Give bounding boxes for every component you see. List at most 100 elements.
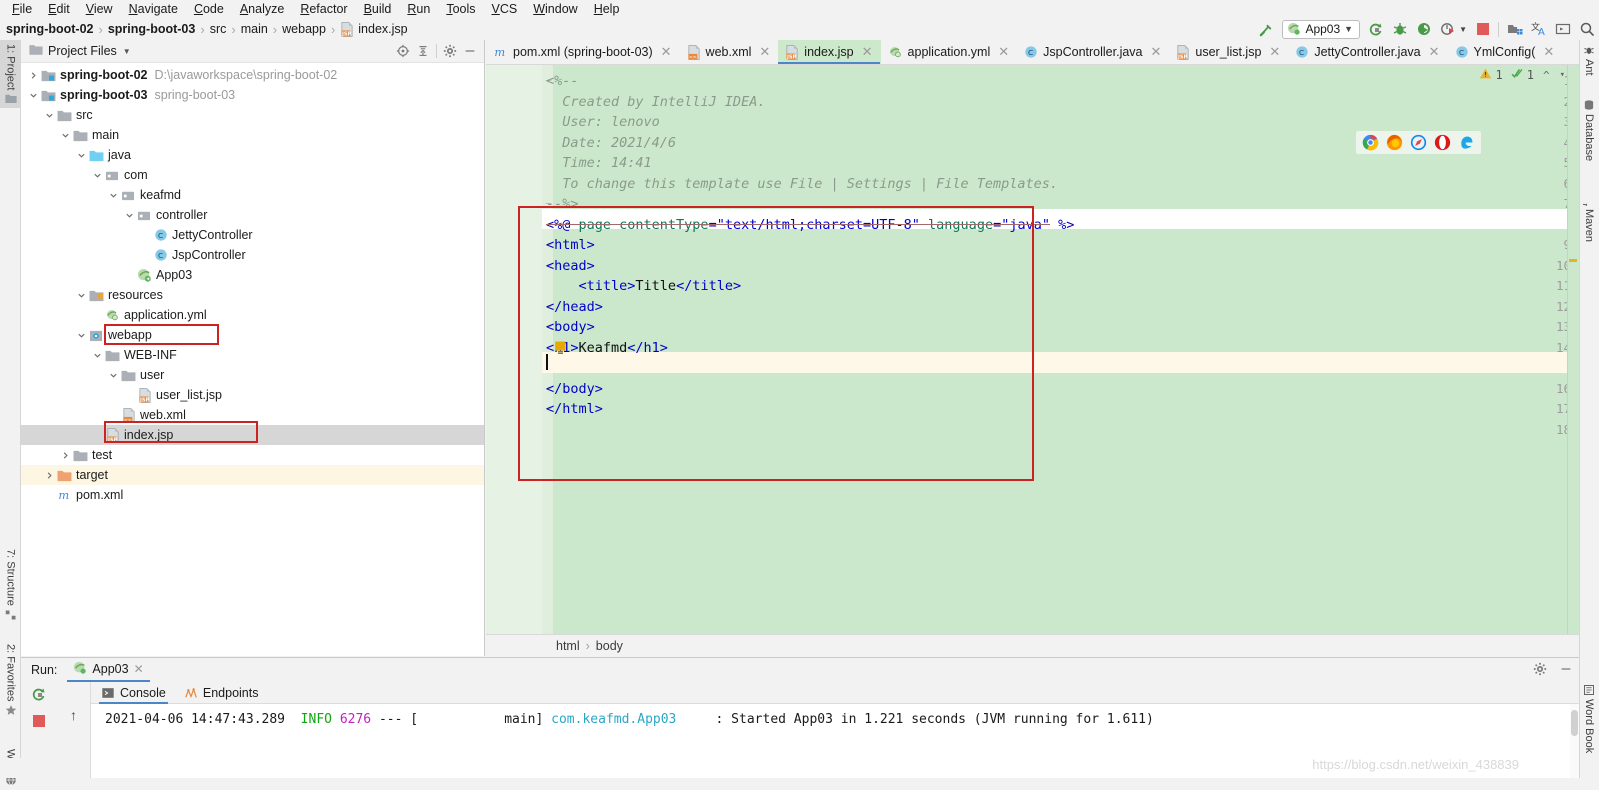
tree-node-test[interactable]: test — [21, 445, 484, 465]
chevron-right-icon[interactable] — [59, 449, 72, 462]
tool-tab-word-book[interactable]: Word Book — [1579, 680, 1599, 757]
breadcrumb-item-spring-boot-02[interactable]: spring-boot-02 — [6, 22, 94, 36]
chevron-down-icon[interactable] — [27, 89, 40, 102]
chevron-down-icon[interactable] — [91, 349, 104, 362]
warning-stripe-marker[interactable] — [1569, 259, 1577, 262]
chevron-down-icon[interactable]: ▼ — [123, 47, 131, 56]
intention-bulb-icon[interactable] — [555, 341, 566, 354]
code-line[interactable]: <head> — [546, 256, 1579, 277]
code-line[interactable]: </html> — [546, 399, 1579, 420]
tree-node-web-inf[interactable]: WEB-INF — [21, 345, 484, 365]
inspection-widget[interactable]: 1 1 ^ ▾ — [1479, 67, 1565, 83]
close-icon[interactable]: ✕ — [1543, 44, 1554, 60]
stop-icon[interactable] — [1474, 21, 1491, 38]
rerun-icon[interactable] — [1367, 21, 1384, 38]
close-icon[interactable]: ✕ — [998, 44, 1009, 60]
error-stripe[interactable] — [1567, 65, 1579, 634]
editor-tab-index-jsp[interactable]: JSP index.jsp ✕ — [778, 40, 881, 64]
run-configuration-selector[interactable]: App03 ▼ — [1282, 19, 1361, 39]
menu-item-tools[interactable]: Tools — [438, 0, 483, 18]
menu-item-run[interactable]: Run — [399, 0, 438, 18]
rerun-icon[interactable] — [31, 686, 47, 705]
code-line[interactable]: <%@ page contentType="text/html;charset=… — [546, 215, 1579, 236]
chevron-down-icon[interactable]: ▼ — [1344, 24, 1353, 34]
tool-tab-7-structure[interactable]: 7: Structure — [0, 545, 21, 625]
tree-node-target[interactable]: target — [21, 465, 484, 485]
tree-node-java[interactable]: java — [21, 145, 484, 165]
console-subtabs[interactable]: Console Endpoints — [91, 682, 1579, 704]
chevron-down-icon[interactable]: ▾ — [1560, 70, 1565, 80]
chevron-down-icon[interactable] — [75, 149, 88, 162]
chevron-down-icon[interactable] — [123, 209, 136, 222]
chrome-icon[interactable] — [1362, 134, 1379, 151]
tree-node-com[interactable]: com — [21, 165, 484, 185]
tree-node-index-jsp[interactable]: JSP index.jsp — [21, 425, 484, 445]
hide-icon[interactable] — [1559, 662, 1573, 679]
tree-node-keafmd[interactable]: keafmd — [21, 185, 484, 205]
tree-node-user[interactable]: user — [21, 365, 484, 385]
tree-node-spring-boot-03[interactable]: spring-boot-03 spring-boot-03 — [21, 85, 484, 105]
breadcrumb-item-webapp[interactable]: webapp — [282, 22, 326, 36]
chevron-down-icon[interactable]: ▼ — [1459, 25, 1467, 34]
console-subtab-endpoints[interactable]: Endpoints — [182, 686, 261, 700]
debug-icon[interactable] — [1391, 21, 1408, 38]
tool-tab-ant[interactable]: Ant — [1579, 40, 1599, 80]
menu-item-analyze[interactable]: Analyze — [232, 0, 292, 18]
editor-breadcrumb-html[interactable]: html — [556, 639, 580, 653]
chevron-down-icon[interactable] — [59, 129, 72, 142]
hammer-icon[interactable] — [1258, 21, 1275, 38]
chevron-down-icon[interactable] — [75, 329, 88, 342]
profiler-icon[interactable] — [1439, 21, 1456, 38]
editor-tab-jspcontroller-java[interactable]: C JspController.java ✕ — [1017, 40, 1169, 64]
close-icon[interactable]: ✕ — [1269, 44, 1280, 60]
menu-item-file[interactable]: File — [4, 0, 40, 18]
tree-node-main[interactable]: main — [21, 125, 484, 145]
tree-node-jspcontroller[interactable]: C JspController — [21, 245, 484, 265]
close-icon[interactable]: ✕ — [759, 44, 770, 60]
stop-icon[interactable] — [33, 715, 45, 727]
chevron-down-icon[interactable] — [91, 169, 104, 182]
close-icon[interactable]: ✕ — [1151, 44, 1162, 60]
tree-node-web-xml[interactable]: <> web.xml — [21, 405, 484, 425]
run-tab-app03[interactable]: App03 ✕ — [67, 658, 150, 682]
editor-tab-application-yml[interactable]: application.yml ✕ — [881, 40, 1018, 64]
editor-tabs[interactable]: m pom.xml (spring-boot-03) ✕ <> web.xml ✕ JSP i… — [486, 40, 1579, 65]
search-everywhere-icon[interactable] — [1578, 21, 1595, 38]
code-line[interactable]: To change this template use File | Setti… — [546, 174, 1579, 195]
code-editor[interactable]: 123456789101112131415161718 −−−−−−−− <%-… — [486, 65, 1579, 634]
close-icon[interactable]: ✕ — [134, 662, 144, 676]
menu-item-build[interactable]: Build — [356, 0, 400, 18]
chevron-down-icon[interactable] — [43, 109, 56, 122]
editor-tab-ymlconfig-[interactable]: C YmlConfig(✕ — [1448, 40, 1563, 64]
run-with-coverage-icon[interactable] — [1415, 21, 1432, 38]
opera-icon[interactable] — [1434, 134, 1451, 151]
chevron-down-icon[interactable] — [107, 189, 120, 202]
project-tree[interactable]: spring-boot-02 D:\javaworkspace\spring-bo… — [21, 63, 484, 505]
menu-item-navigate[interactable]: Navigate — [121, 0, 186, 18]
chevron-right-icon[interactable] — [27, 69, 40, 82]
menu-item-refactor[interactable]: Refactor — [292, 0, 355, 18]
editor-tab-web-xml[interactable]: <> web.xml ✕ — [680, 40, 779, 64]
editor-tab-user-list-jsp[interactable]: JSP user_list.jsp ✕ — [1169, 40, 1288, 64]
chevron-right-icon[interactable] — [43, 469, 56, 482]
code-line[interactable]: --%> — [546, 194, 1579, 215]
collapse-all-icon[interactable] — [413, 41, 433, 61]
code-line[interactable]: <html> — [546, 235, 1579, 256]
tree-node-app03[interactable]: App03 — [21, 265, 484, 285]
gear-icon[interactable] — [440, 41, 460, 61]
safari-icon[interactable] — [1410, 134, 1427, 151]
edge-icon[interactable] — [1458, 134, 1475, 151]
close-icon[interactable]: ✕ — [862, 44, 873, 60]
code-line[interactable]: <%-- — [546, 71, 1579, 92]
tree-node-controller[interactable]: controller — [21, 205, 484, 225]
code-line[interactable]: User: lenovo — [546, 112, 1579, 133]
console-subtab-console[interactable]: Console — [99, 682, 168, 704]
scroll-up-icon[interactable]: ↑ — [70, 708, 77, 722]
menu-item-code[interactable]: Code — [186, 0, 232, 18]
project-view-selector[interactable]: Project Files — [48, 44, 117, 58]
hide-icon[interactable] — [460, 41, 480, 61]
tool-tab-maven[interactable]: m Maven — [1579, 190, 1599, 246]
close-icon[interactable]: ✕ — [661, 44, 672, 60]
menu-item-edit[interactable]: Edit — [40, 0, 78, 18]
breadcrumb-item-main[interactable]: main — [241, 22, 268, 36]
